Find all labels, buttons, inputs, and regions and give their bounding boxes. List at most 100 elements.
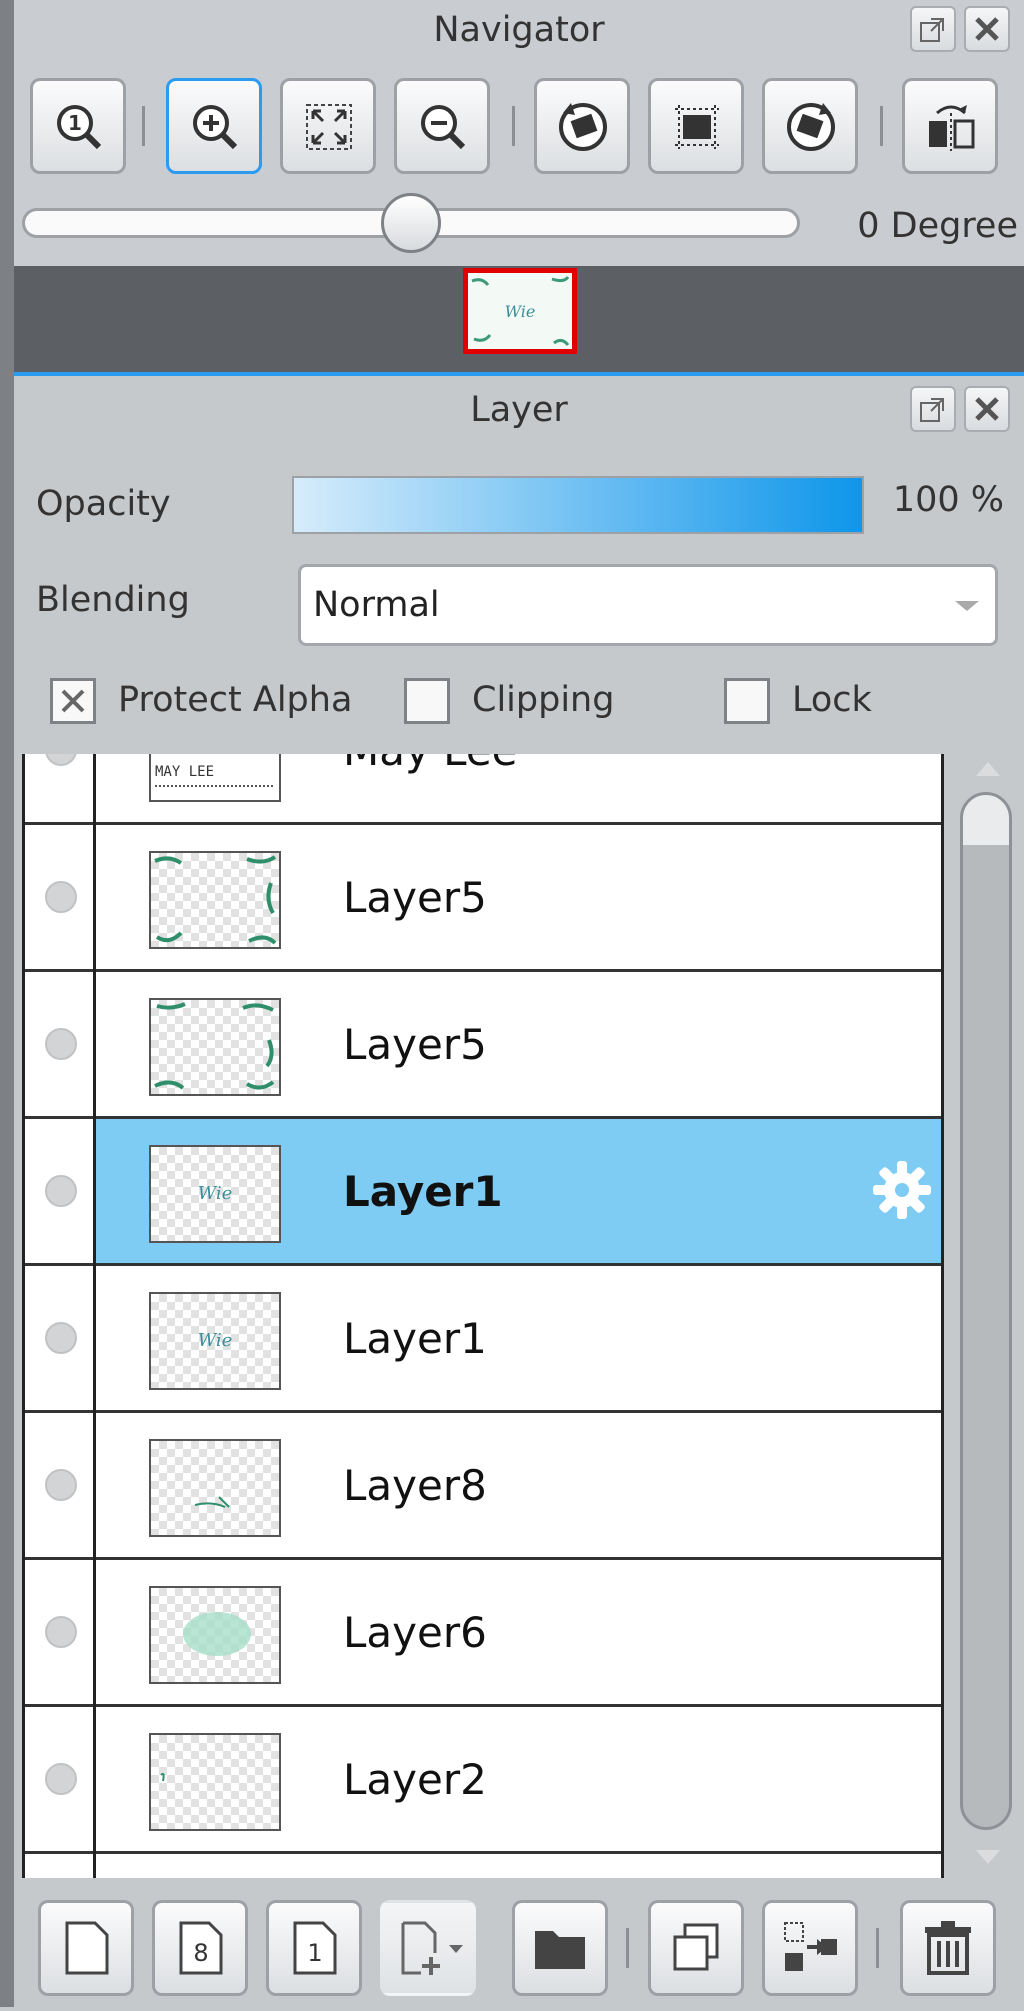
fill-preview <box>183 1612 251 1656</box>
merge-down-icon <box>784 1922 837 1971</box>
zoom-in-button[interactable] <box>166 78 262 174</box>
visibility-toggle[interactable] <box>45 881 77 913</box>
blending-label: Blending <box>36 580 190 620</box>
new-folder-button[interactable] <box>512 1900 608 1996</box>
rotation-slider-thumb[interactable] <box>381 193 441 253</box>
flip-horizontal-button[interactable] <box>902 78 998 174</box>
layer-panel: Layer Opacity 100 % Blending Normal Prot… <box>14 372 1024 2011</box>
svg-text:1: 1 <box>307 1939 322 1967</box>
gear-icon[interactable] <box>869 1157 935 1223</box>
duplicate-layer-button[interactable] <box>648 1900 744 1996</box>
layer-thumbnail: MAY LEE <box>149 754 281 802</box>
layer-row-layer8[interactable]: Layer8 <box>25 1413 941 1560</box>
scrollbar-thumb[interactable] <box>960 792 1012 1830</box>
chevron-down-icon <box>955 601 979 611</box>
layer-list[interactable]: MAY LEE May Lee Layer5 Layer5 Wie <box>22 754 944 1878</box>
new-1bit-layer-button[interactable]: 1 <box>266 1900 362 1996</box>
layer-row-layer5[interactable]: Layer5 <box>25 825 941 972</box>
protect-alpha-checkbox[interactable] <box>50 678 96 724</box>
visibility-toggle[interactable] <box>45 1469 77 1501</box>
scroll-down-arrow-icon[interactable] <box>976 1850 1000 1864</box>
visibility-toggle[interactable] <box>45 1175 77 1207</box>
layer-undock-button[interactable] <box>910 386 956 432</box>
navigator-undock-button[interactable] <box>910 6 956 52</box>
layer-name: Layer1 <box>343 1314 487 1363</box>
floral-border-preview <box>154 1002 275 1090</box>
toolbar-separator <box>142 106 145 146</box>
svg-text:MAY LEE: MAY LEE <box>155 764 214 780</box>
clipping-checkbox[interactable] <box>404 678 450 724</box>
layer-name: Layer6 <box>343 1608 487 1657</box>
layer-title: Layer <box>470 390 568 430</box>
zoom-actual-size-button[interactable]: 1 <box>30 78 126 174</box>
clipping-label: Clipping <box>472 680 615 720</box>
visibility-toggle[interactable] <box>45 1322 77 1354</box>
toolbar-separator <box>512 106 515 146</box>
delete-layer-button[interactable] <box>900 1900 996 1996</box>
layer-thumbnail: Wie <box>149 1145 281 1243</box>
scroll-up-arrow-icon[interactable] <box>976 762 1000 776</box>
layer-thumbnail <box>149 1439 281 1537</box>
left-gutter <box>0 0 14 2007</box>
svg-text:1: 1 <box>68 111 82 135</box>
rotate-right-button[interactable] <box>762 78 858 174</box>
blending-mode-select[interactable]: Normal <box>298 564 998 646</box>
visibility-column-divider <box>93 754 96 1878</box>
new-layer-button[interactable] <box>38 1900 134 1996</box>
navigator-close-button[interactable] <box>964 6 1010 52</box>
layer-thumbnail <box>149 998 281 1096</box>
blending-mode-value: Normal <box>313 585 440 625</box>
merge-down-button[interactable] <box>762 1900 858 1996</box>
stroke-preview <box>194 1496 230 1508</box>
visibility-toggle[interactable] <box>45 1028 77 1060</box>
zoom-in-icon <box>193 105 238 150</box>
lettering-preview: Wie <box>198 1183 233 1204</box>
layer-thumbnail <box>149 1586 281 1684</box>
8bit-layer-icon: 8 <box>179 1921 223 1975</box>
lettering-preview: Wie <box>198 1330 233 1351</box>
lock-checkbox[interactable] <box>724 678 770 724</box>
visibility-toggle[interactable] <box>45 1763 77 1795</box>
floral-border-preview <box>154 855 277 945</box>
visibility-toggle[interactable] <box>45 1616 77 1648</box>
layer-name: May Lee <box>343 754 518 775</box>
duplicate-layer-icon <box>673 1923 719 1971</box>
layer-name: Layer8 <box>343 1461 487 1510</box>
new-8bit-layer-button[interactable]: 8 <box>152 1900 248 1996</box>
svg-text:8: 8 <box>193 1939 208 1967</box>
text-layer-preview: MAY LEE <box>155 764 275 787</box>
opacity-slider[interactable] <box>292 476 864 534</box>
svg-text:Wie: Wie <box>198 1330 233 1351</box>
rotate-left-button[interactable] <box>534 78 630 174</box>
folder-icon <box>535 1931 585 1969</box>
close-icon <box>975 397 999 421</box>
new-layer-icon <box>65 1921 109 1975</box>
layer-row-layer1-selected[interactable]: Wie Layer1 <box>25 1119 941 1266</box>
reset-rotation-button[interactable] <box>648 78 744 174</box>
zoom-out-button[interactable] <box>394 78 490 174</box>
layer-name: Layer2 <box>343 1755 487 1804</box>
layer-name: Layer1 <box>343 1167 503 1216</box>
layer-row-layer2[interactable]: Layer2 <box>25 1707 941 1854</box>
add-layer-dropdown-icon <box>401 1921 463 1975</box>
visibility-toggle[interactable] <box>45 754 77 766</box>
checkmark-x-icon <box>61 689 85 713</box>
toolbar-separator <box>880 106 883 146</box>
fit-window-icon <box>306 104 352 150</box>
layer-row-layer6[interactable]: Layer6 <box>25 1560 941 1707</box>
layer-row-layer1[interactable]: Wie Layer1 <box>25 1266 941 1413</box>
trash-icon <box>925 1921 971 1975</box>
opacity-label: Opacity <box>36 484 171 524</box>
zoom-out-icon <box>421 105 466 150</box>
layer-thumbnail: Wie <box>149 1292 281 1390</box>
navigator-panel: Navigator 1 0 Degree Wie <box>14 0 1024 372</box>
popout-icon <box>920 18 944 42</box>
navigator-preview-thumbnail[interactable]: Wie <box>463 268 577 354</box>
reset-rotation-icon <box>675 105 719 149</box>
add-layer-menu-button[interactable] <box>380 1900 476 1996</box>
layer-close-button[interactable] <box>964 386 1010 432</box>
flip-horizontal-icon <box>929 105 975 151</box>
layer-row-may-lee[interactable]: MAY LEE May Lee <box>25 754 941 825</box>
layer-row-layer5[interactable]: Layer5 <box>25 972 941 1119</box>
fit-to-window-button[interactable] <box>280 78 376 174</box>
